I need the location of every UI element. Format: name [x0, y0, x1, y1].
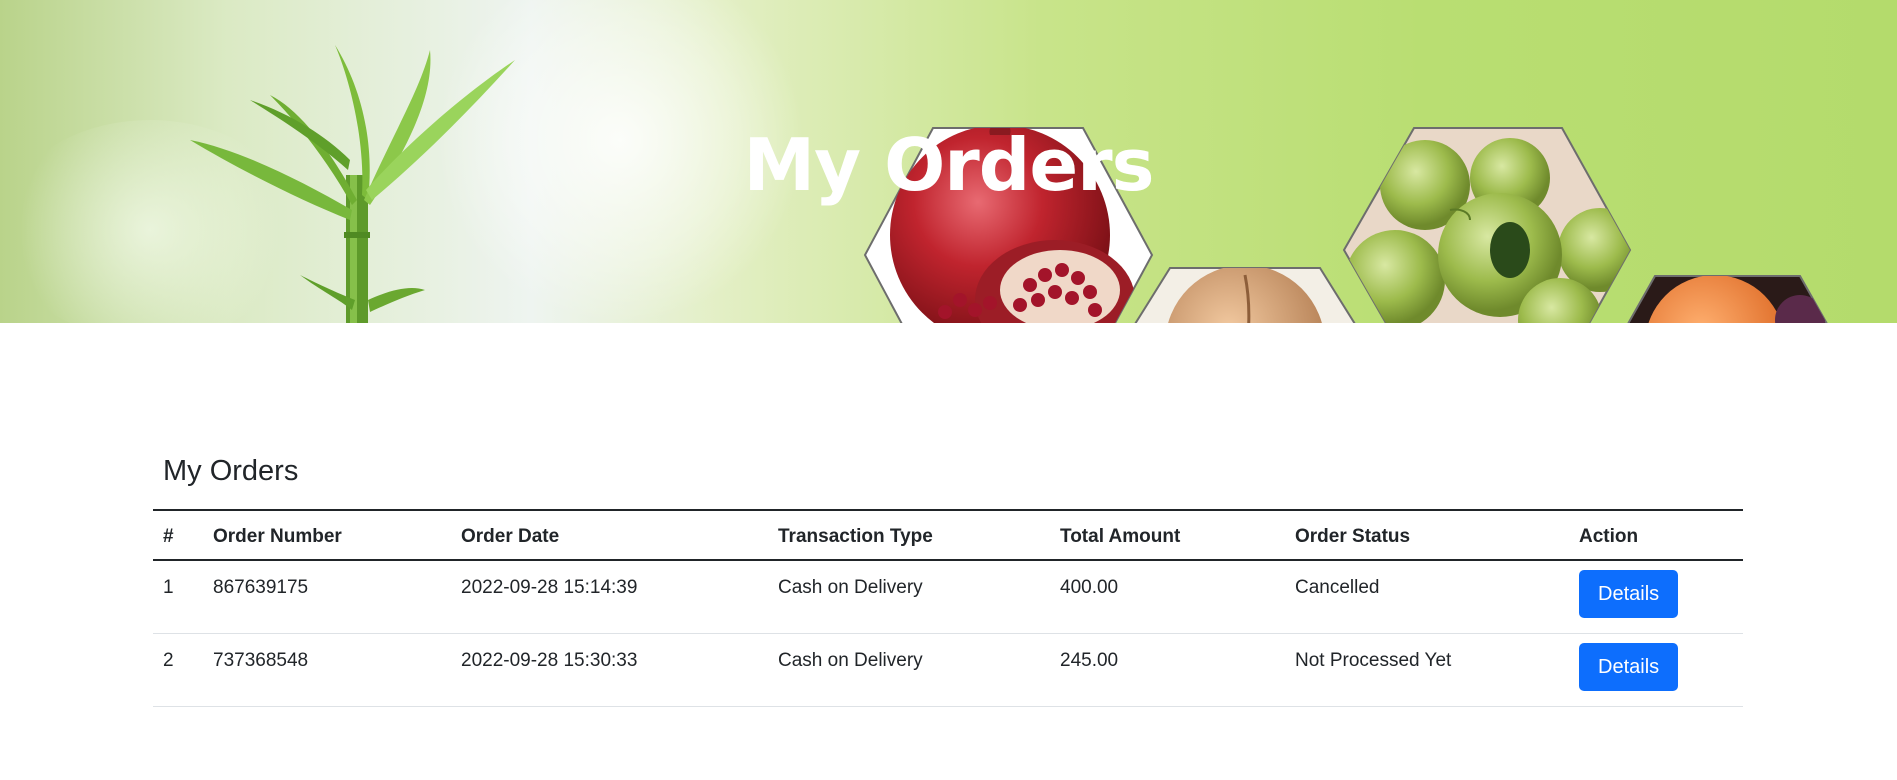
table-row: 1 867639175 2022-09-28 15:14:39 Cash on … — [153, 560, 1743, 634]
details-button[interactable]: Details — [1579, 570, 1679, 618]
column-header-transaction-type: Transaction Type — [768, 509, 1050, 561]
peach-image — [1134, 267, 1356, 323]
order-date: 2022-09-28 15:30:33 — [451, 633, 768, 707]
column-header-order-status: Order Status — [1285, 509, 1569, 561]
details-button[interactable]: Details — [1579, 643, 1679, 691]
transaction-type: Cash on Delivery — [768, 633, 1050, 707]
order-number: 867639175 — [203, 560, 451, 634]
total-amount: 245.00 — [1050, 633, 1285, 707]
order-index: 2 — [153, 633, 203, 707]
orders-table-header: # Order Number Order Date Transaction Ty… — [153, 509, 1743, 561]
orders-table: # Order Number Order Date Transaction Ty… — [153, 509, 1743, 707]
column-header-action: Action — [1569, 509, 1743, 561]
orders-table-body: 1 867639175 2022-09-28 15:14:39 Cash on … — [153, 560, 1743, 707]
apricot-image — [1627, 275, 1828, 323]
total-amount: 400.00 — [1050, 560, 1285, 634]
header-row: # Order Number Order Date Transaction Ty… — [153, 509, 1743, 561]
orders-heading: My Orders — [163, 455, 299, 487]
action-cell: Details — [1569, 560, 1743, 634]
order-number: 737368548 — [203, 633, 451, 707]
action-cell: Details — [1569, 633, 1743, 707]
table-row: 2 737368548 2022-09-28 15:30:33 Cash on … — [153, 633, 1743, 707]
column-header-order-number: Order Number — [203, 509, 451, 561]
order-index: 1 — [153, 560, 203, 634]
order-status: Not Processed Yet — [1285, 633, 1569, 707]
column-header-total-amount: Total Amount — [1050, 509, 1285, 561]
hero-banner: My Orders — [0, 0, 1897, 323]
column-header-index: # — [153, 509, 203, 561]
column-header-order-date: Order Date — [451, 509, 768, 561]
transaction-type: Cash on Delivery — [768, 560, 1050, 634]
orders-section: My Orders # Order Number Order Date Tran… — [153, 450, 1743, 707]
order-date: 2022-09-28 15:14:39 — [451, 560, 768, 634]
order-status: Cancelled — [1285, 560, 1569, 634]
hero-title: My Orders — [743, 123, 1154, 207]
